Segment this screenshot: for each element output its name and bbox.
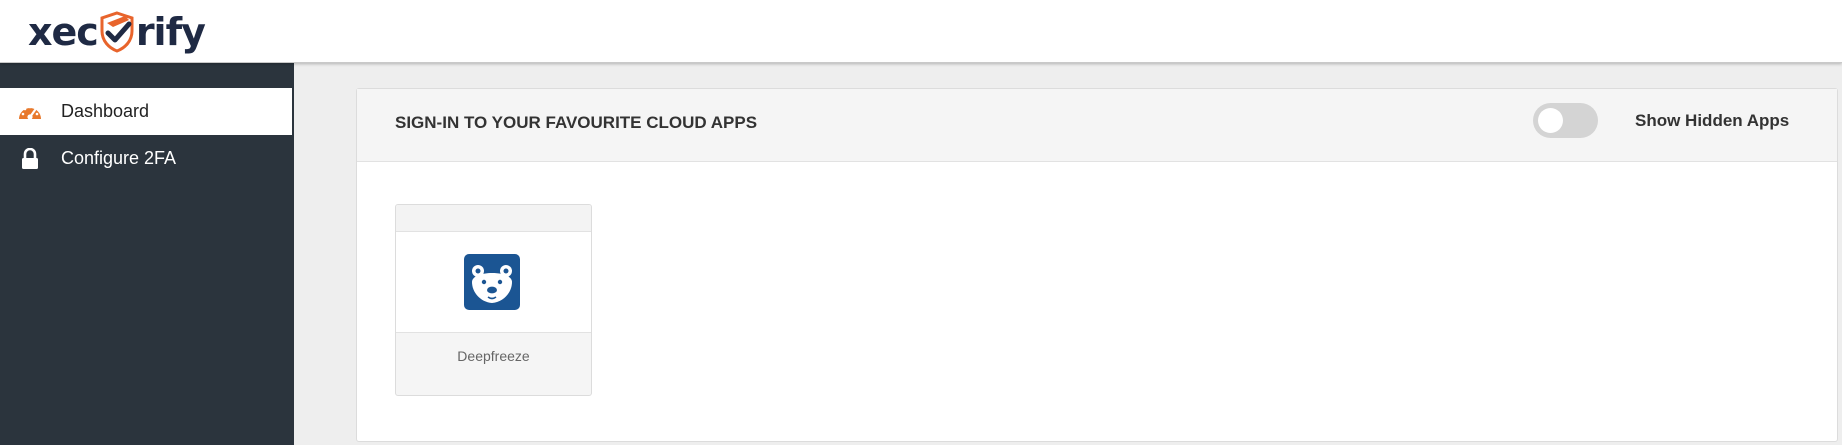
panel-title: SIGN-IN TO YOUR FAVOURITE CLOUD APPS	[395, 113, 758, 132]
sidebar: Dashboard Configure 2FA	[0, 63, 294, 445]
show-hidden-apps-label: Show Hidden Apps	[1635, 111, 1790, 130]
cloud-apps-panel: SIGN-IN TO YOUR FAVOURITE CLOUD APPS Sho…	[356, 88, 1838, 442]
logo-text-left: xec	[28, 10, 99, 54]
dashboard-gauge-icon	[17, 99, 43, 125]
sidebar-item-label: Configure 2FA	[61, 148, 177, 168]
logo-text-right: rify	[135, 10, 206, 54]
sidebar-item-configure-2fa[interactable]: Configure 2FA	[0, 135, 292, 182]
show-hidden-apps-toggle[interactable]	[1533, 103, 1598, 138]
app-card-body	[396, 232, 591, 333]
top-bar: xec rify	[0, 0, 1842, 63]
shield-check-icon	[100, 11, 134, 53]
xecurify-logo[interactable]: xec rify	[28, 8, 206, 56]
app-name: Deepfreeze	[457, 348, 530, 364]
polar-bear-icon	[464, 254, 520, 310]
panel-header: SIGN-IN TO YOUR FAVOURITE CLOUD APPS Sho…	[357, 89, 1837, 162]
sidebar-item-label: Dashboard	[61, 101, 150, 121]
app-card-deepfreeze[interactable]: Deepfreeze	[395, 204, 592, 396]
lock-icon	[17, 146, 43, 172]
app-card-header	[396, 205, 591, 232]
toggle-knob	[1538, 108, 1563, 133]
sidebar-item-dashboard[interactable]: Dashboard	[0, 88, 292, 135]
